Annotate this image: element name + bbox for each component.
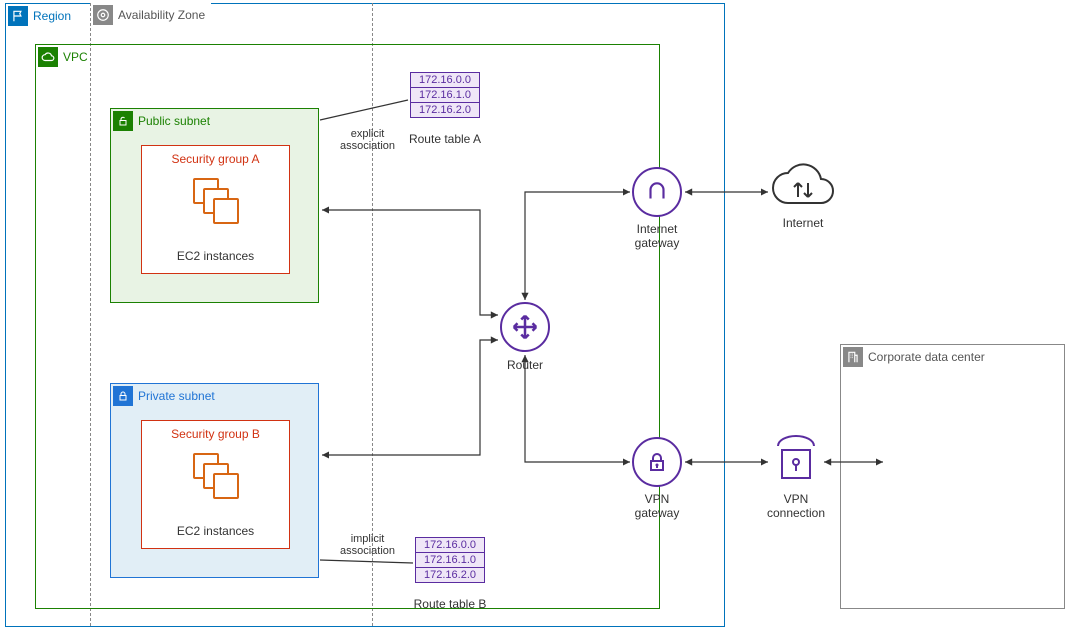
route-table-a: 172.16.0.0 172.16.1.0 172.16.2.0 [410, 72, 480, 118]
public-subnet-label: Public subnet [138, 114, 210, 128]
flag-icon [8, 6, 28, 26]
ec2-label: EC2 instances [177, 249, 254, 263]
ec2-icon [191, 176, 241, 226]
rt-b-entry: 172.16.0.0 [416, 538, 484, 553]
private-subnet-label: Private subnet [138, 389, 215, 403]
region-header: Region [6, 4, 77, 28]
internet-gateway-icon [632, 167, 682, 217]
vpc-header: VPC [36, 45, 94, 69]
ec2-icon [191, 451, 241, 501]
route-table-a-label: Route table A [385, 132, 505, 146]
diagram-canvas: Region Availability Zone VPC Public subn… [0, 0, 1070, 631]
vpn-connection-icon [770, 432, 822, 488]
internet-icon [770, 163, 836, 213]
az-icon [93, 5, 113, 25]
public-subnet-header: Public subnet [111, 109, 216, 133]
lock-icon [113, 386, 133, 406]
route-table-b: 172.16.0.0 172.16.1.0 172.16.2.0 [415, 537, 485, 583]
rt-a-entry: 172.16.1.0 [411, 88, 479, 103]
corporate-data-center-box: Corporate data center [840, 344, 1065, 609]
router-label: Router [465, 358, 585, 372]
route-table-b-label: Route table B [390, 597, 510, 611]
region-label: Region [33, 9, 71, 23]
ec2-label: EC2 instances [177, 524, 254, 538]
cloud-icon [38, 47, 58, 67]
rt-b-entry: 172.16.2.0 [416, 568, 484, 582]
public-subnet-box: Public subnet Security group A EC2 insta… [110, 108, 319, 303]
rt-a-entry: 172.16.2.0 [411, 103, 479, 117]
explicit-association-label: explicit association [340, 128, 395, 152]
az-label: Availability Zone [118, 8, 205, 22]
corporate-header: Corporate data center [841, 345, 991, 369]
rt-a-entry: 172.16.0.0 [411, 73, 479, 88]
security-group-a-box: Security group A EC2 instances [141, 145, 290, 274]
az-header: Availability Zone [91, 3, 211, 27]
vpn-connection-label: VPN connection [736, 492, 856, 520]
corporate-label: Corporate data center [868, 350, 985, 364]
router-icon [500, 302, 550, 352]
lock-open-icon [113, 111, 133, 131]
internet-gateway-label: Internet gateway [597, 222, 717, 250]
implicit-association-label: implicit association [340, 533, 395, 557]
security-group-a-label: Security group A [171, 152, 259, 166]
building-icon [843, 347, 863, 367]
private-subnet-box: Private subnet Security group B EC2 inst… [110, 383, 319, 578]
vpc-label: VPC [63, 50, 88, 64]
rt-b-entry: 172.16.1.0 [416, 553, 484, 568]
internet-label: Internet [743, 216, 863, 230]
private-subnet-header: Private subnet [111, 384, 221, 408]
vpn-gateway-icon [632, 437, 682, 487]
security-group-b-label: Security group B [171, 427, 260, 441]
vpn-gateway-label: VPN gateway [597, 492, 717, 520]
security-group-b-box: Security group B EC2 instances [141, 420, 290, 549]
